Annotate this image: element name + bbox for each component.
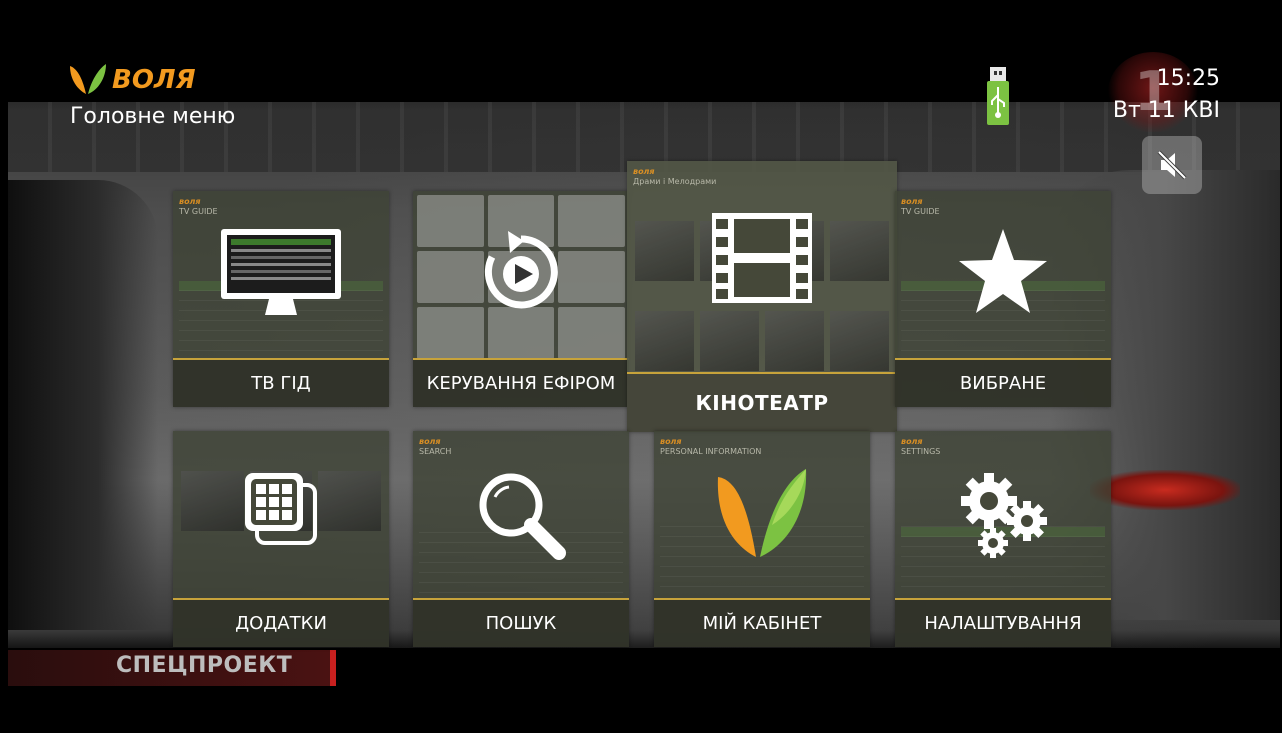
posters-row-2 bbox=[635, 311, 889, 371]
preview-header: воля TV GUIDE bbox=[901, 197, 940, 216]
preview-title: TV GUIDE bbox=[179, 207, 218, 216]
preview-header: воля SETTINGS bbox=[901, 437, 941, 456]
ticker-banner: СПЕЦПРОЕКТ bbox=[8, 650, 336, 686]
clock-time: 15:25 bbox=[1156, 66, 1220, 91]
ticker-text: СПЕЦПРОЕКТ bbox=[116, 653, 293, 678]
replay-icon bbox=[484, 231, 558, 309]
tile-label: КІНОТЕАТР bbox=[627, 372, 897, 432]
tile-label: МІЙ КАБІНЕТ bbox=[654, 598, 870, 647]
tile-label: ДОДАТКИ bbox=[173, 598, 389, 647]
preview-header: воля TV GUIDE bbox=[179, 197, 218, 216]
star-icon bbox=[959, 229, 1047, 313]
tile-apps[interactable]: ДОДАТКИ bbox=[173, 431, 389, 647]
preview-title: PERSONAL INFORMATION bbox=[660, 447, 762, 456]
tile-favorites[interactable]: воля TV GUIDE ВИБРАНЕ bbox=[895, 191, 1111, 407]
preview-title: SETTINGS bbox=[901, 447, 941, 456]
preview-title: SEARCH bbox=[419, 447, 452, 456]
background-car-left bbox=[8, 180, 158, 630]
preview-header: воля SEARCH bbox=[419, 437, 452, 456]
tile-broadcast-control[interactable]: КЕРУВАННЯ ЕФІРОМ bbox=[413, 191, 629, 407]
tile-settings[interactable]: воля SETTINGS НАЛАШТУВАННЯ bbox=[895, 431, 1111, 647]
preview-header: воля PERSONAL INFORMATION bbox=[660, 437, 762, 456]
apps-icon bbox=[245, 473, 317, 545]
top-bar bbox=[8, 10, 1280, 102]
tile-label: НАЛАШТУВАННЯ bbox=[895, 598, 1111, 647]
tile-label: КЕРУВАННЯ ЕФІРОМ bbox=[413, 358, 629, 407]
preview-title: TV GUIDE bbox=[901, 207, 940, 216]
tile-tv-guide[interactable]: воля TV GUIDE ТВ ГІД bbox=[173, 191, 389, 407]
tile-my-cabinet[interactable]: воля PERSONAL INFORMATION МІЙ КАБІНЕТ bbox=[654, 431, 870, 647]
gears-icon bbox=[961, 473, 1047, 558]
background-tail-light bbox=[1090, 470, 1240, 510]
cabinet-logo-icon bbox=[717, 469, 807, 557]
mute-button[interactable] bbox=[1142, 136, 1202, 194]
search-icon bbox=[479, 473, 566, 560]
film-icon bbox=[712, 213, 812, 303]
preview-title: Драми і Мелодрами bbox=[633, 177, 717, 186]
tile-label: ВИБРАНЕ bbox=[895, 358, 1111, 407]
page-title: Головне меню bbox=[70, 104, 236, 129]
clock-date: Вт 11 КВІ bbox=[1112, 98, 1220, 123]
brand-logo: ВОЛЯ bbox=[66, 62, 196, 98]
tile-search[interactable]: воля SEARCH ПОШУК bbox=[413, 431, 629, 647]
tile-label: ТВ ГІД bbox=[173, 358, 389, 407]
mute-icon bbox=[1157, 150, 1187, 180]
brand-name: ВОЛЯ bbox=[112, 65, 196, 95]
usb-icon bbox=[987, 67, 1009, 125]
brand-leaf-icon bbox=[70, 64, 106, 94]
tile-label: ПОШУК bbox=[413, 598, 629, 647]
tv-guide-icon bbox=[221, 229, 341, 315]
tile-cinema[interactable]: воля Драми і Мелодрами КІНОТЕАТР bbox=[627, 161, 897, 432]
preview-header: воля Драми і Мелодрами bbox=[633, 167, 717, 186]
